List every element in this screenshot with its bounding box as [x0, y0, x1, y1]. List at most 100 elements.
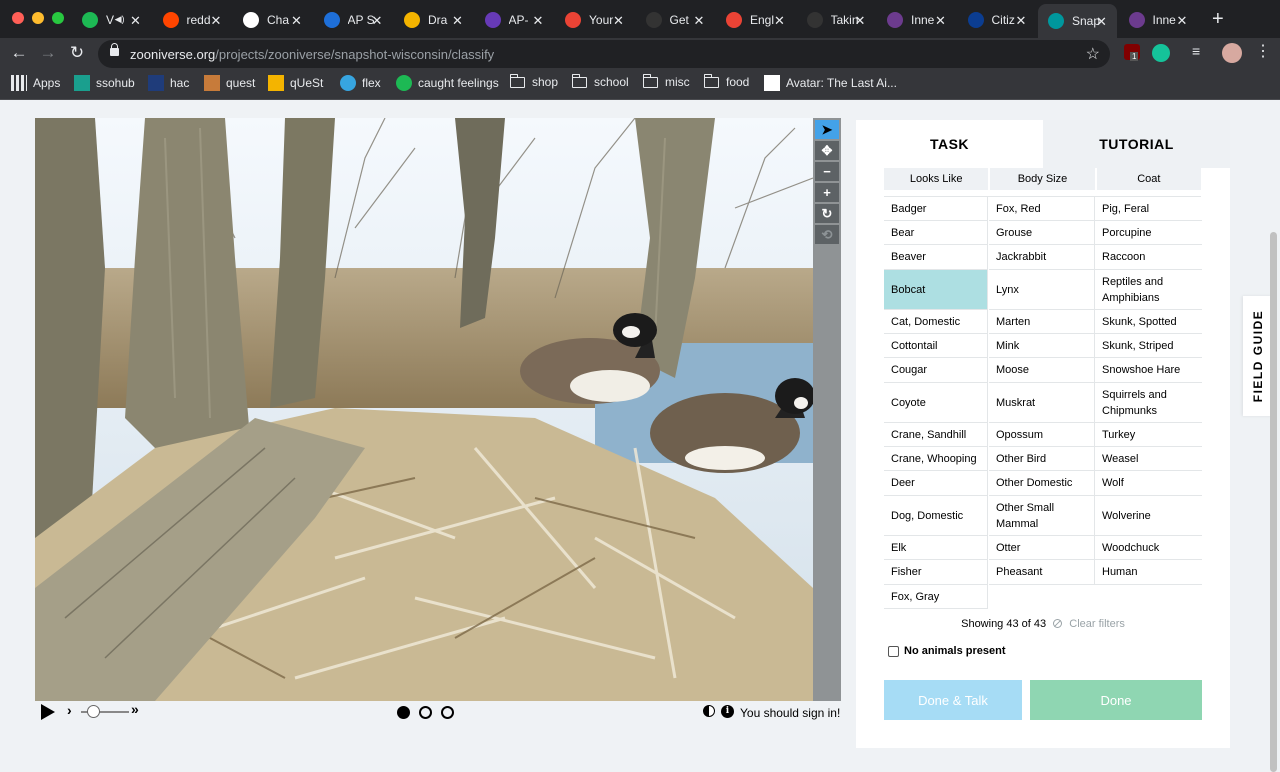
close-tab-icon[interactable]: ✕ [1095, 14, 1109, 30]
grammarly-extension-icon[interactable] [1152, 44, 1170, 62]
done-button[interactable]: Done [1030, 680, 1202, 720]
bookmark-item[interactable]: food [703, 73, 749, 89]
species-choice[interactable]: Woodchuck [1095, 536, 1202, 560]
filter-button[interactable]: Body Size [990, 168, 1095, 190]
browser-tab[interactable]: Cha ✕ [233, 6, 312, 34]
species-choice[interactable]: Cottontail [884, 334, 988, 358]
bookmark-item[interactable]: caught feelings [396, 75, 499, 91]
species-choice[interactable]: Elk [884, 536, 988, 560]
species-choice[interactable]: Moose [989, 358, 1095, 383]
close-tab-icon[interactable]: ✕ [612, 13, 626, 29]
species-choice[interactable]: Porcupine [1095, 221, 1202, 245]
browser-tab[interactable]: redd ✕ [153, 6, 232, 34]
species-choice[interactable]: Deer [884, 471, 988, 496]
species-choice[interactable]: Lynx [989, 270, 1095, 310]
browser-tab[interactable]: V ◀) ✕ [72, 6, 151, 34]
browser-tab[interactable]: AP- ✕ [475, 6, 554, 34]
no-animals-label[interactable]: No animals present [904, 645, 1005, 657]
frame-dot[interactable] [397, 706, 410, 719]
browser-tab[interactable]: Takin ✕ [797, 6, 876, 34]
reading-list-icon[interactable]: ≡ [1192, 43, 1210, 61]
species-choice[interactable]: Dog, Domestic [884, 496, 988, 536]
zoom-out-icon[interactable]: − [815, 162, 839, 181]
close-tab-icon[interactable]: ✕ [290, 13, 304, 29]
browser-tab[interactable]: Inne ✕ [1119, 6, 1198, 34]
metadata-info-icon[interactable]: i [721, 705, 734, 718]
close-tab-icon[interactable]: ✕ [853, 13, 867, 29]
bookmark-star-icon[interactable]: ☆ [1086, 44, 1100, 64]
menu-dots-icon[interactable]: ⋮ [1255, 41, 1273, 60]
species-choice[interactable]: Other Bird [989, 447, 1095, 471]
speed-slider-knob[interactable] [87, 705, 100, 718]
bookmark-item[interactable]: qUeSt [268, 75, 323, 91]
close-window-button[interactable] [12, 12, 24, 24]
forward-button[interactable]: → [37, 43, 59, 63]
close-tab-icon[interactable]: ✕ [531, 13, 545, 29]
browser-tab[interactable]: Engl ✕ [716, 6, 795, 34]
bookmark-item[interactable]: ssohub [74, 75, 135, 91]
species-choice[interactable]: Wolf [1095, 471, 1202, 496]
close-tab-icon[interactable]: ✕ [451, 13, 465, 29]
species-choice[interactable]: Squirrels and Chipmunks [1095, 383, 1202, 423]
species-choice[interactable]: Fox, Gray [884, 585, 988, 609]
done-and-talk-button[interactable]: Done & Talk [884, 680, 1022, 720]
filter-button[interactable]: Coat [1096, 168, 1201, 190]
bookmark-item[interactable]: hac [148, 75, 189, 91]
frame-dot[interactable] [441, 706, 454, 719]
species-choice[interactable]: Jackrabbit [989, 245, 1095, 270]
maximize-window-button[interactable] [52, 12, 64, 24]
species-choice[interactable]: Other Small Mammal [989, 496, 1095, 536]
species-choice[interactable]: Grouse [989, 221, 1095, 245]
move-icon[interactable]: ✥ [815, 141, 839, 160]
species-choice[interactable]: Cougar [884, 358, 988, 383]
reload-button[interactable]: ↻ [66, 43, 88, 63]
bookmark-item[interactable]: quest [204, 75, 255, 91]
pointer-icon[interactable]: ➤ [815, 120, 839, 139]
bookmark-item[interactable]: flex [340, 75, 381, 91]
species-choice[interactable]: Bear [884, 221, 988, 245]
species-choice[interactable]: Weasel [1095, 447, 1202, 471]
invert-contrast-icon[interactable] [703, 705, 715, 717]
zoom-in-icon[interactable]: + [815, 183, 839, 202]
reset-icon[interactable]: ⟲ [815, 225, 839, 244]
browser-tab[interactable]: Snap ✕ [1038, 4, 1117, 38]
species-choice[interactable]: Wolverine [1095, 496, 1202, 536]
minimize-window-button[interactable] [32, 12, 44, 24]
species-choice[interactable]: Reptiles and Amphibians [1095, 270, 1202, 310]
species-choice[interactable]: Snowshoe Hare [1095, 358, 1202, 383]
page-scrollbar[interactable] [1270, 232, 1277, 772]
rotate-icon[interactable]: ↻ [815, 204, 839, 223]
bookmark-item[interactable]: misc [642, 73, 690, 89]
speaker-icon[interactable]: ◀) [115, 14, 125, 25]
url-text[interactable]: zooniverse.org/projects/zooniverse/snaps… [130, 47, 494, 62]
species-choice[interactable]: Fisher [884, 560, 988, 585]
tab-tutorial[interactable]: TUTORIAL [1043, 120, 1230, 168]
bookmark-item[interactable]: Avatar: The Last Ai... [764, 75, 897, 91]
close-tab-icon[interactable]: ✕ [1175, 13, 1189, 29]
new-tab-button[interactable]: + [1212, 9, 1224, 29]
field-guide-tab[interactable]: FIELD GUIDE [1243, 296, 1272, 416]
close-tab-icon[interactable]: ✕ [773, 13, 787, 29]
bookmark-item[interactable]: shop [509, 73, 558, 89]
species-choice[interactable]: Beaver [884, 245, 988, 270]
subject-image-viewer[interactable] [35, 118, 813, 701]
species-choice[interactable]: Pheasant [989, 560, 1095, 585]
frame-dot[interactable] [419, 706, 432, 719]
close-tab-icon[interactable]: ✕ [209, 13, 223, 29]
tab-task[interactable]: TASK [856, 120, 1043, 168]
browser-tab[interactable]: Inne ✕ [877, 6, 956, 34]
browser-tab[interactable]: Dra ✕ [394, 6, 473, 34]
sign-in-prompt[interactable]: You should sign in! [740, 706, 840, 720]
species-choice[interactable]: Crane, Sandhill [884, 423, 988, 447]
speed-slider[interactable] [81, 705, 129, 718]
species-choice[interactable]: Opossum [989, 423, 1095, 447]
species-choice[interactable]: Other Domestic [989, 471, 1095, 496]
species-choice[interactable]: Marten [989, 310, 1095, 334]
close-tab-icon[interactable]: ✕ [129, 13, 143, 29]
species-choice[interactable]: Coyote [884, 383, 988, 423]
species-choice[interactable]: Skunk, Spotted [1095, 310, 1202, 334]
browser-tab[interactable]: Your ✕ [555, 6, 634, 34]
species-choice[interactable]: Fox, Red [989, 197, 1095, 221]
bookmark-item[interactable]: school [571, 73, 629, 89]
clear-filters-icon[interactable] [1053, 619, 1063, 628]
